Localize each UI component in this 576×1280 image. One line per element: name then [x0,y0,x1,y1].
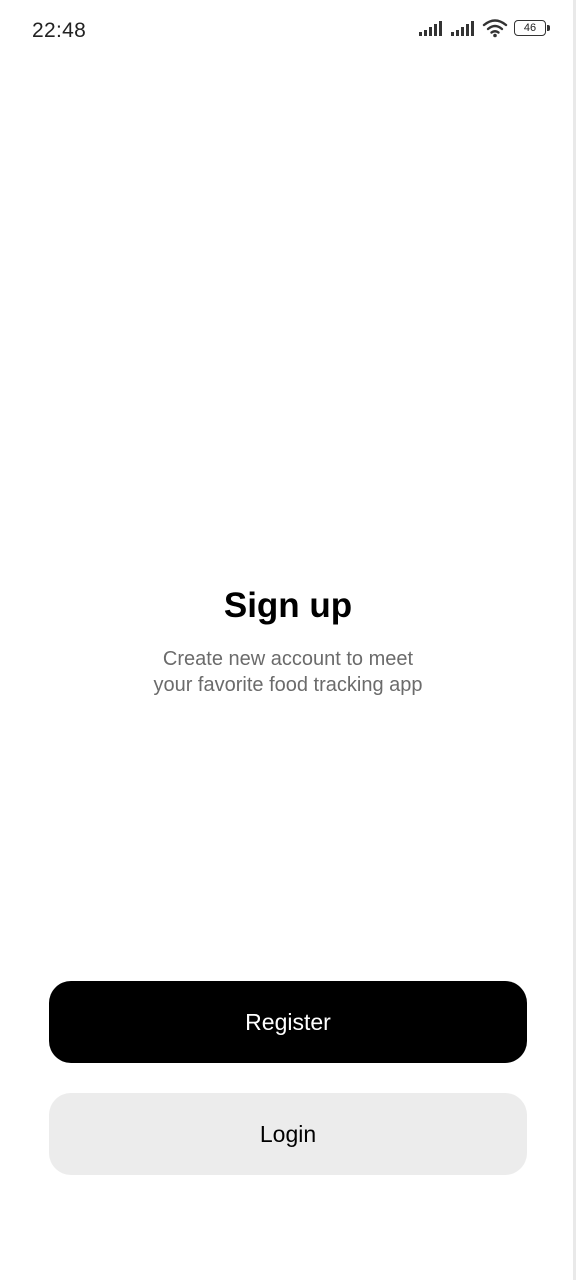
status-bar: 22:48 46 [0,0,576,62]
signal-icon [418,19,444,37]
battery-icon: 46 [514,20,550,36]
wifi-icon [482,18,508,38]
signal-icon [450,19,476,37]
battery-level: 46 [523,21,537,34]
register-button[interactable]: Register [49,981,527,1063]
login-button[interactable]: Login [49,1093,527,1175]
page-subtitle: Create new account to meet your favorite… [0,646,576,698]
subtitle-line: Create new account to meet [162,648,414,670]
status-time: 22:48 [32,19,87,42]
subtitle-line: your favorite food tracking app [153,674,423,696]
status-icons: 46 [418,18,550,38]
page-title: Sign up [223,586,353,625]
